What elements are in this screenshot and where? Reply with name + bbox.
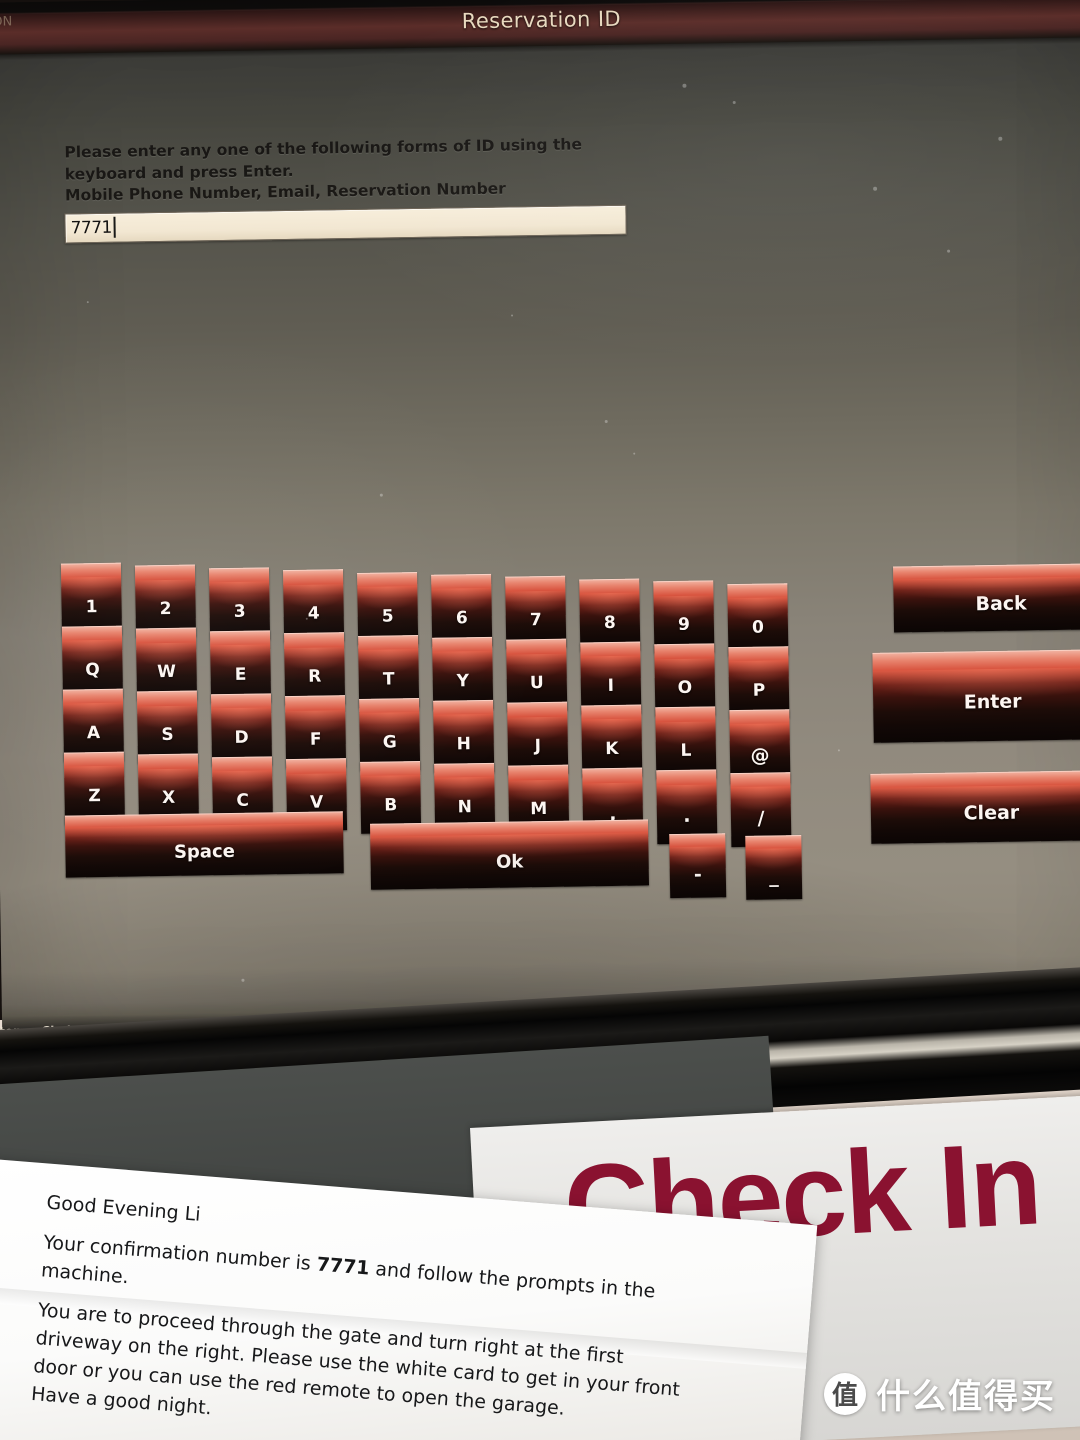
key-label: _ (768, 865, 779, 888)
key-e[interactable]: E (209, 630, 272, 704)
key-hyphen[interactable]: - (669, 833, 727, 899)
key-k[interactable]: K (581, 704, 643, 778)
key-enter[interactable]: Enter (872, 649, 1080, 743)
key-label: V (309, 792, 324, 813)
key-underscore[interactable]: _ (745, 835, 803, 900)
key-u[interactable]: U (506, 639, 568, 713)
key-label: A (86, 723, 101, 744)
key-back[interactable]: Back (893, 563, 1080, 633)
key-4[interactable]: 4 (283, 569, 345, 643)
key-label: W (157, 662, 177, 683)
key-space[interactable]: Space (64, 811, 344, 878)
key-label: R (307, 666, 322, 687)
key-8[interactable]: 8 (579, 578, 641, 652)
key-label: Clear (963, 801, 1020, 825)
note-confirmation-number: 7771 (315, 1253, 371, 1280)
key-label: B (384, 794, 398, 816)
key-1[interactable]: 1 (60, 562, 123, 636)
key-y[interactable]: Y (432, 636, 494, 710)
key-label: Ok (495, 850, 524, 873)
key-5[interactable]: 5 (357, 571, 419, 645)
key-label: 0 (751, 617, 765, 638)
key-label: 6 (455, 608, 468, 629)
key-label: 8 (603, 612, 616, 633)
key-label: J (534, 736, 542, 757)
key-s[interactable]: S (136, 690, 199, 764)
key-r[interactable]: R (284, 632, 346, 706)
watermark-logo-icon: 值 (824, 1372, 866, 1415)
key-2[interactable]: 2 (134, 564, 197, 638)
key-label: 1 (85, 597, 98, 618)
key-label: N (457, 797, 473, 818)
key-l[interactable]: L (655, 706, 717, 780)
photo-of-checkin-kiosk: ON Reservation ID Please enter any one o… (0, 0, 1080, 1440)
key-label: F (309, 729, 322, 750)
key-q[interactable]: Q (61, 625, 124, 699)
key-label: Back (975, 592, 1027, 616)
key-0[interactable]: 0 (727, 582, 789, 656)
note-body: Good Evening Li Your confirmation number… (30, 1190, 745, 1440)
key-a[interactable]: A (62, 688, 124, 762)
key-label: L (680, 740, 692, 762)
key-label: O (677, 677, 693, 699)
key-label: D (234, 727, 249, 748)
key-label: 5 (381, 605, 394, 627)
key-o[interactable]: O (654, 643, 716, 717)
key-w[interactable]: W (135, 627, 198, 701)
key-label: T (382, 668, 395, 690)
key-d[interactable]: D (210, 693, 273, 767)
key-label: S (161, 725, 174, 746)
watermark-text: 什么值得买 (876, 1377, 1056, 1417)
key-label: @ (750, 744, 770, 767)
key-i[interactable]: I (580, 641, 642, 715)
key-label: X (161, 788, 176, 809)
key-label: 2 (159, 599, 172, 620)
key-label: C (236, 790, 250, 811)
key-label: Enter (963, 690, 1022, 714)
key-label: 4 (307, 603, 320, 624)
key-label: . (683, 804, 691, 828)
key-j[interactable]: J (507, 702, 569, 776)
key-6[interactable]: 6 (431, 573, 493, 647)
key-label: M (530, 799, 548, 820)
key-label: Q (85, 660, 100, 681)
key-label: / (757, 807, 765, 830)
key-label: H (456, 734, 472, 755)
key-clear[interactable]: Clear (870, 770, 1080, 844)
key-3[interactable]: 3 (208, 567, 271, 641)
key-label: P (752, 680, 766, 701)
key-label: - (693, 863, 702, 886)
key-label: 9 (677, 614, 691, 636)
key-label: 7 (529, 610, 542, 631)
kiosk-screen: ON Reservation ID Please enter any one o… (0, 0, 1080, 1061)
key-z[interactable]: Z (63, 751, 125, 825)
key-label: U (529, 673, 544, 694)
key-label: 3 (233, 601, 246, 622)
key-ok[interactable]: Ok (370, 819, 650, 890)
key-label: I (607, 675, 615, 696)
onscreen-keyboard[interactable]: 1 2 3 4 5 6 7 8 9 0 Q W E R T Y U I O P A S D F G H J K L @ Z X C V B N M,. /… (0, 0, 1080, 1061)
watermark: 值 什么值得买 (824, 1369, 1056, 1418)
key-label: Y (456, 671, 470, 692)
key-f[interactable]: F (284, 695, 347, 769)
key-label: E (234, 664, 247, 685)
key-t[interactable]: T (358, 634, 420, 708)
key-h[interactable]: H (433, 699, 495, 773)
key-g[interactable]: G (359, 697, 421, 771)
key-label: G (382, 731, 397, 753)
key-9[interactable]: 9 (653, 580, 715, 654)
key-7[interactable]: 7 (505, 576, 567, 650)
key-label: Space (173, 840, 236, 863)
key-label: K (605, 738, 619, 759)
key-p[interactable]: P (728, 645, 790, 719)
key-label: Z (88, 786, 101, 807)
